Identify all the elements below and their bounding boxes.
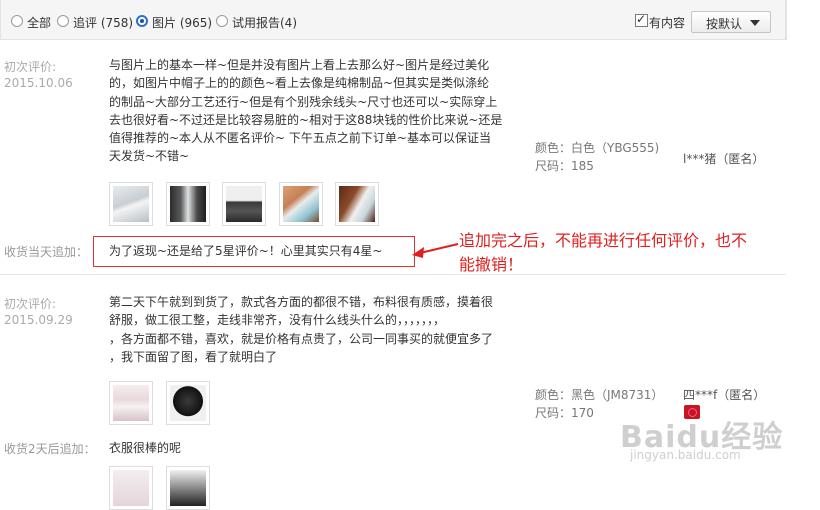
followup-label: 收货2天后追加： (4, 442, 96, 456)
watermark-url: jingyan.baidu.com (630, 448, 741, 462)
review-line: 天发货~不错~ (109, 149, 190, 164)
radio-followup[interactable] (57, 15, 69, 27)
review-photo-thumbnail[interactable] (109, 381, 153, 425)
review-photo-thumbnail[interactable] (166, 466, 210, 510)
filter-trial-label[interactable]: 试用报告(4) (232, 14, 297, 31)
annotation-line: 追加完之后，不能再进行任何评价，也不 (459, 231, 748, 250)
review-line: 的制品~大部分工艺还行~但是有个别残余线头~尺寸也还可以~实际穿上 (109, 94, 498, 109)
review-photo-thumbnail[interactable] (222, 182, 266, 226)
filter-followup-label[interactable]: 追评 (758) (73, 14, 133, 31)
review-photo-thumbnail[interactable] (109, 466, 153, 510)
sku-color: 颜色：黑色（JM8731） (535, 388, 664, 402)
review-line: 舒服，做工很工整，走线非常齐，没有什么线头什么的，，，，，，， (109, 313, 446, 328)
sku-info: 颜色：白色（YBG555) 尺码：185 (535, 139, 659, 175)
review-line: 与图片上的基本一样~但是并没有图片上看上去那么好~图片是经过美化 (109, 58, 490, 72)
radio-all[interactable] (11, 15, 23, 27)
review-date: 2015.10.06 (4, 76, 73, 90)
annotation-note: 追加完之后，不能再进行任何评价，也不 能撤销！ (459, 229, 809, 277)
filter-all-label[interactable]: 全部 (27, 14, 51, 31)
has-content-label[interactable]: 有内容 (649, 14, 685, 31)
arrow-icon (412, 243, 459, 258)
radio-pictures[interactable] (136, 15, 148, 27)
radio-trial[interactable] (216, 15, 228, 27)
review-text: 与图片上的基本一样~但是并没有图片上看上去那么好~图片是经过美化 的，如图片中帽… (109, 56, 509, 166)
review-line: 的，如图片中帽子上的的颜色~看上去像是纯棉制品~但其实是类似涤纶 (109, 76, 490, 91)
review-label: 初次评价: (4, 60, 57, 74)
review-text: 第二天下午就到到货了，款式各方面的都很不错，布料很有质感，摸着很 舒服，做工很工… (109, 293, 509, 366)
filter-pictures-label[interactable]: 图片 (965) (152, 14, 212, 31)
divider (786, 0, 787, 40)
review-divider (0, 274, 786, 275)
has-content-checkbox[interactable] (635, 12, 648, 27)
sort-label: 按默认 (706, 17, 743, 31)
followup-label: 收货当天追加： (4, 245, 89, 259)
review-photo-thumbnail[interactable] (279, 182, 323, 226)
review-line: 值得推荐的~本人从不匿名评价~ 下午五点之前下订单~基本可以保证当 (109, 131, 491, 146)
sku-size: 尺码：185 (535, 159, 594, 173)
review-line: ，我下面留了图，看了就明白了 (109, 349, 278, 364)
reviewer-name: 四***f（匿名） (683, 388, 766, 402)
review-line: 去也很好看~不过还是比较容易脏的~相对于这88块钱的性价比来说~还是 (109, 112, 503, 127)
review-date: 2015.09.29 (4, 313, 73, 327)
chevron-down-icon (750, 20, 760, 26)
review-label: 初次评价: (4, 297, 57, 311)
review-photo-thumbnail[interactable] (166, 182, 210, 226)
filter-bar: 全部 追评 (758) 图片 (965) 试用报告(4) 有内容 按默认 (0, 0, 786, 40)
review-photo-thumbnail[interactable] (166, 381, 210, 425)
review-line: ，各方面都不错，喜欢，就是价格有点贵了，公司一同事买的就便宜多了 (109, 331, 494, 346)
followup-text: 为了返现~还是给了5星评价~！心里其实只有4星~ (109, 244, 383, 258)
followup-text: 衣服很棒的呢 (109, 441, 182, 455)
sort-dropdown[interactable]: 按默认 (691, 11, 771, 33)
sku-color: 颜色：白色（YBG555) (535, 141, 660, 155)
reviewer-name: l***猪（匿名） (683, 152, 765, 166)
review-photo-thumbnail[interactable] (109, 182, 153, 226)
review-line: 第二天下午就到到货了，款式各方面的都很不错，布料很有质感，摸着很 (109, 295, 494, 309)
review-photo-thumbnail[interactable] (335, 182, 379, 226)
